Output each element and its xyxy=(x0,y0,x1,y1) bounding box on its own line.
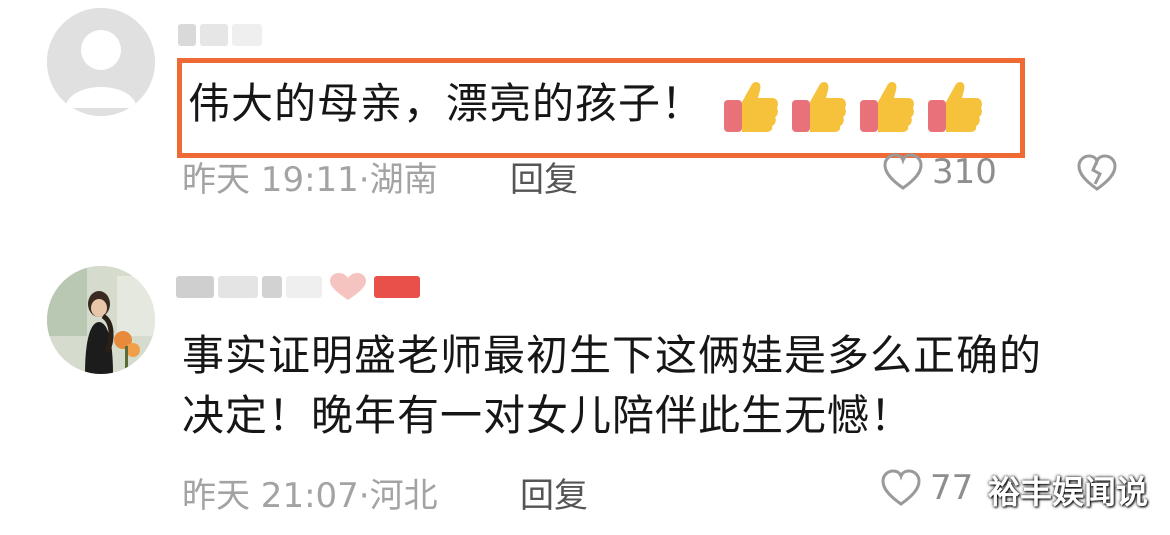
thumbs-up-emojis xyxy=(722,80,984,134)
comment-item: 伟大的母亲，漂亮的孩子！ 昨天 19:11·湖南 回复 310 xyxy=(0,0,1170,230)
thumbs-up-icon xyxy=(724,81,778,132)
timestamp: 昨天 21:07 xyxy=(182,476,359,516)
heart-icon xyxy=(330,273,366,300)
separator: · xyxy=(358,160,370,200)
watermark: 裕丰娱闻说 xyxy=(987,473,1148,511)
reply-button[interactable]: 回复 xyxy=(510,152,578,201)
comment-text-line-2: 决定！晚年有一对女儿陪伴此生无憾！ xyxy=(182,391,914,440)
username-blurred[interactable] xyxy=(176,273,420,300)
like-count: 310 xyxy=(932,152,997,192)
timestamp: 昨天 19:11 xyxy=(182,160,359,200)
reply-button[interactable]: 回复 xyxy=(520,468,588,517)
username-blurred[interactable] xyxy=(178,22,262,48)
thumbs-up-icon xyxy=(792,81,846,132)
separator: · xyxy=(358,476,370,516)
like-button[interactable]: 310 xyxy=(882,152,997,192)
thumbs-up-icon xyxy=(928,81,982,132)
thumbs-up-icon xyxy=(860,81,914,132)
avatar[interactable] xyxy=(47,8,155,116)
comment-meta: 昨天 19:11·湖南 xyxy=(182,152,438,201)
comment-text-line-1: 事实证明盛老师最初生下这俩娃是多么正确的 xyxy=(182,331,1043,380)
like-button[interactable]: 77 xyxy=(880,468,973,508)
broken-heart-icon xyxy=(1077,154,1117,191)
dislike-button[interactable] xyxy=(1076,154,1118,196)
location: 河北 xyxy=(369,476,438,516)
avatar[interactable] xyxy=(47,266,155,374)
profile-photo xyxy=(47,266,155,374)
comment-meta: 昨天 21:07·河北 xyxy=(182,468,438,517)
default-avatar-icon xyxy=(47,8,155,116)
location: 湖南 xyxy=(369,160,438,200)
heart-icon xyxy=(881,469,921,506)
like-count: 77 xyxy=(930,468,974,508)
comment-text: 伟大的母亲，漂亮的孩子！ xyxy=(188,74,984,134)
heart-icon xyxy=(883,153,923,190)
